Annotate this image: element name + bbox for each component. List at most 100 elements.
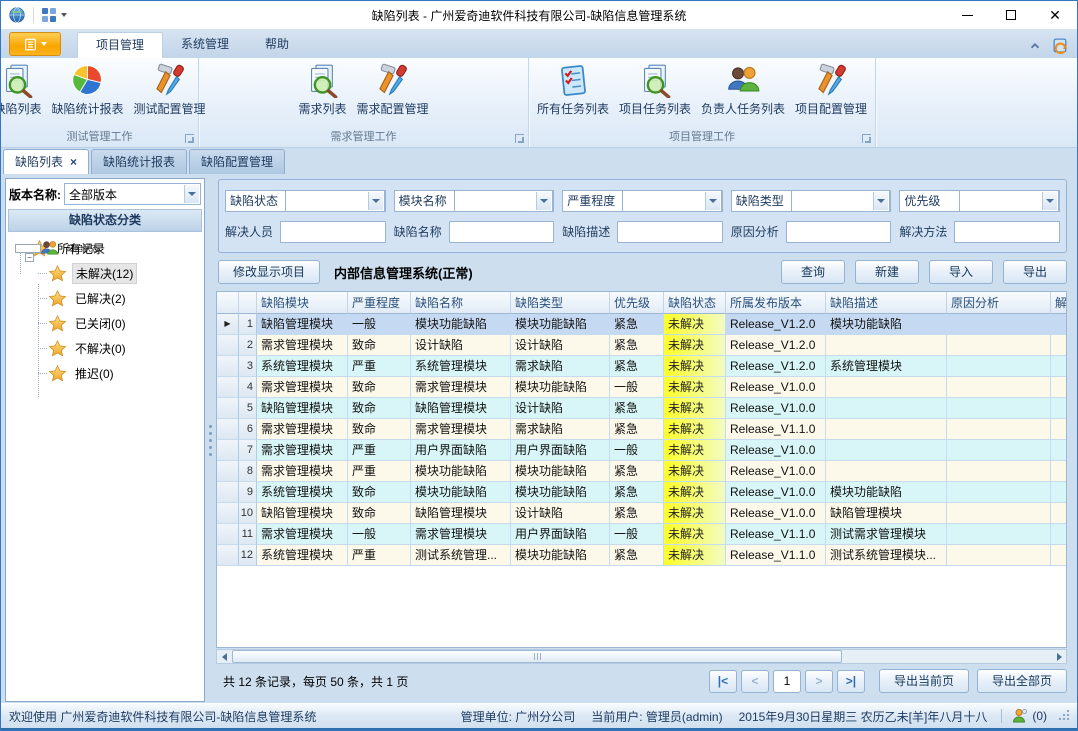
pager-button[interactable]: |<	[709, 670, 737, 693]
version-value: 全部版本	[69, 186, 117, 203]
version-combobox[interactable]: 全部版本	[64, 183, 201, 205]
action-button[interactable]: 查询	[781, 260, 845, 284]
quick-access-icon[interactable]	[41, 7, 57, 23]
table-row[interactable]: 5 缺陷管理模块 致命 缺陷管理模块 设计缺陷 紧急 未解决 Release_V…	[217, 398, 1067, 419]
combo-dropdown-icon[interactable]	[536, 192, 551, 210]
tree-item[interactable]: 已关闭(0)	[6, 311, 204, 336]
dialog-launcher-icon[interactable]	[862, 134, 871, 143]
column-header[interactable]: 原因分析	[947, 292, 1051, 314]
ribbon-button[interactable]: 需求列表	[294, 61, 350, 130]
row-indicator	[217, 482, 239, 503]
table-row[interactable]: 7 需求管理模块 严重 用户界面缺陷 用户界面缺陷 一般 未解决 Release…	[217, 440, 1067, 461]
online-users-icon[interactable]	[1012, 708, 1028, 724]
ribbon-group-label: 项目管理工作	[533, 130, 871, 146]
table-row[interactable]: 10 缺陷管理模块 致命 缺陷管理模块 设计缺陷 紧急 未解决 Release_…	[217, 503, 1067, 524]
maximize-button[interactable]	[989, 1, 1033, 29]
filter-input[interactable]	[281, 222, 385, 242]
quick-access-dropdown-icon[interactable]	[61, 13, 67, 17]
ribbon-button[interactable]: 缺陷列表	[0, 61, 46, 130]
tree-item[interactable]: 不解决(0)	[6, 336, 204, 361]
table-row[interactable]: 8 需求管理模块 严重 模块功能缺陷 模块功能缺陷 紧急 未解决 Release…	[217, 461, 1067, 482]
action-button[interactable]: 导入	[929, 260, 993, 284]
resize-grip[interactable]	[1059, 711, 1069, 721]
document-tab[interactable]: 缺陷列表 ×	[3, 149, 89, 174]
ribbon-button[interactable]: 所有任务列表	[533, 61, 613, 130]
tree-item[interactable]: 已解决(2)	[6, 286, 204, 311]
table-row[interactable]: 2 需求管理模块 致命 设计缺陷 设计缺陷 紧急 未解决 Release_V1.…	[217, 335, 1067, 356]
export-all-pages-button[interactable]: 导出全部页	[977, 669, 1067, 693]
dialog-launcher-icon[interactable]	[515, 134, 524, 143]
column-header[interactable]: 缺陷模块	[257, 292, 348, 314]
column-header[interactable]: 所属发布版本	[726, 292, 826, 314]
row-indicator	[217, 377, 239, 398]
table-row[interactable]: 6 需求管理模块 致命 需求管理模块 需求缺陷 紧急 未解决 Release_V…	[217, 419, 1067, 440]
pager-button[interactable]: >|	[837, 670, 865, 693]
column-header[interactable]: 缺陷状态	[664, 292, 726, 314]
scroll-left-icon[interactable]	[217, 650, 231, 663]
filter-input[interactable]	[450, 222, 554, 242]
ribbon-tab[interactable]: 系统管理	[163, 32, 247, 58]
export-current-page-button[interactable]: 导出当前页	[879, 669, 969, 693]
status-badge: 未解决	[664, 524, 726, 545]
column-header[interactable]: 缺陷描述	[826, 292, 947, 314]
ribbon-collapse-icon[interactable]	[1028, 39, 1042, 53]
ribbon-tab[interactable]: 帮助	[247, 32, 307, 58]
status-badge: 未解决	[664, 335, 726, 356]
table-row[interactable]: 4 需求管理模块 致命 需求管理模块 模块功能缺陷 一般 未解决 Release…	[217, 377, 1067, 398]
column-header[interactable]: 严重程度	[348, 292, 411, 314]
grid-number-header	[239, 292, 257, 314]
document-tab[interactable]: 缺陷统计报表	[91, 149, 187, 174]
combo-dropdown-icon[interactable]	[705, 192, 720, 210]
horizontal-scrollbar[interactable]	[216, 649, 1067, 664]
tree-header: 缺陷状态分类	[8, 209, 202, 232]
combo-dropdown-icon[interactable]	[873, 192, 888, 210]
action-button[interactable]: 新建	[855, 260, 919, 284]
tab-close-icon[interactable]: ×	[70, 156, 77, 168]
close-button[interactable]: ✕	[1033, 1, 1077, 29]
document-tab[interactable]: 缺陷配置管理	[189, 149, 285, 174]
minimize-button[interactable]	[945, 1, 989, 29]
column-header[interactable]: 缺陷类型	[511, 292, 610, 314]
ribbon-button[interactable]: 项目任务列表	[615, 61, 695, 130]
sidebar-splitter[interactable]	[206, 178, 215, 702]
column-header[interactable]: 解决方法	[1051, 292, 1067, 314]
tree-item[interactable]: − 缺陷状态	[15, 244, 41, 253]
modify-columns-button[interactable]: 修改显示项目	[218, 260, 320, 284]
table-row[interactable]: 11 需求管理模块 一般 需求管理模块 用户界面缺陷 一般 未解决 Releas…	[217, 524, 1067, 545]
ribbon-button[interactable]: 测试配置管理	[130, 61, 210, 130]
scroll-right-icon[interactable]	[1052, 650, 1066, 663]
scrollbar-thumb[interactable]	[232, 650, 842, 663]
combo-dropdown-icon[interactable]	[184, 185, 199, 203]
action-button[interactable]: 导出	[1003, 260, 1067, 284]
tree-item[interactable]: 推迟(0)	[6, 361, 204, 386]
combo-dropdown-icon[interactable]	[368, 192, 383, 210]
ribbon-button[interactable]: 项目配置管理	[791, 61, 871, 130]
filter-input[interactable]	[787, 222, 891, 242]
ribbon-button[interactable]: 需求配置管理	[353, 61, 433, 130]
table-row[interactable]: 1 缺陷管理模块 一般 模块功能缺陷 模块功能缺陷 紧急 未解决 Release…	[217, 314, 1067, 335]
ribbon-group-buttons: 所有任务列表 项目任务列表 负责人任务列表	[533, 61, 871, 130]
ribbon-tab[interactable]: 项目管理	[77, 32, 163, 58]
pager-button[interactable]: <	[741, 670, 769, 693]
scrollbar-track[interactable]	[231, 650, 1052, 663]
ribbon-button[interactable]: 负责人任务列表	[697, 61, 789, 130]
pager-button[interactable]: 1	[773, 670, 801, 693]
filter-input[interactable]	[618, 222, 722, 242]
combo-dropdown-icon[interactable]	[1042, 192, 1057, 210]
help-icon[interactable]	[1052, 37, 1069, 54]
ribbon-button[interactable]: 缺陷统计报表	[48, 61, 128, 130]
tree-item[interactable]: 未解决(12)	[6, 261, 204, 286]
pager-button[interactable]: >	[805, 670, 833, 693]
table-row[interactable]: 12 系统管理模块 严重 测试系统管理... 模块功能缺陷 紧急 未解决 Rel…	[217, 545, 1067, 566]
document-tab-label: 缺陷统计报表	[103, 151, 175, 174]
column-header[interactable]: 优先级	[610, 292, 664, 314]
tree-item-label: 已关闭(0)	[72, 314, 129, 333]
dialog-launcher-icon[interactable]	[185, 134, 194, 143]
table-row[interactable]: 9 系统管理模块 致命 模块功能缺陷 模块功能缺陷 紧急 未解决 Release…	[217, 482, 1067, 503]
table-row[interactable]: 3 系统管理模块 严重 系统管理模块 需求缺陷 紧急 未解决 Release_V…	[217, 356, 1067, 377]
application-menu-button[interactable]	[9, 32, 61, 56]
column-header[interactable]: 缺陷名称	[411, 292, 511, 314]
ribbon-group-buttons: 需求列表 需求配置管理	[203, 61, 524, 130]
ribbon-button-icon	[638, 63, 673, 98]
filter-input[interactable]	[955, 222, 1059, 242]
